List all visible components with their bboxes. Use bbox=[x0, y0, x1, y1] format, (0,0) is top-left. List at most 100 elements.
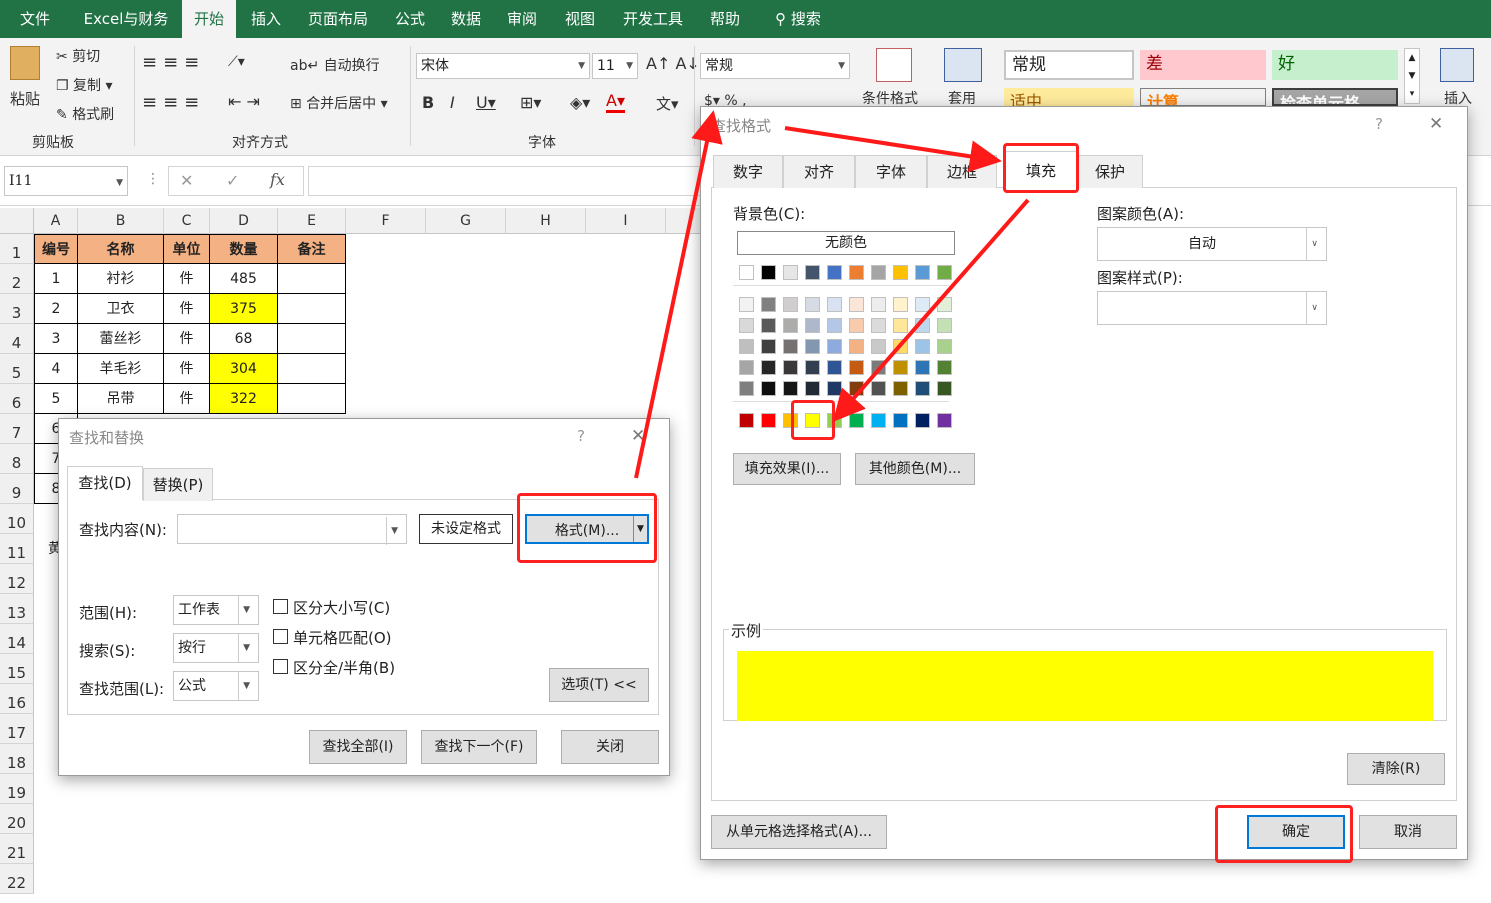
insert-cells-icon[interactable] bbox=[1440, 48, 1474, 82]
scope-select[interactable]: 工作表 ▼ bbox=[173, 595, 259, 625]
tab-number[interactable]: 数字 bbox=[713, 155, 783, 188]
row-header[interactable]: 13 bbox=[0, 594, 34, 624]
color-swatch[interactable] bbox=[849, 318, 864, 333]
color-swatch[interactable] bbox=[739, 265, 754, 280]
table-cell[interactable]: 单位 bbox=[164, 234, 210, 264]
table-cell[interactable]: 4 bbox=[34, 354, 78, 384]
number-format-select[interactable]: 常规 ▼ bbox=[700, 53, 850, 79]
table-cell[interactable]: 编号 bbox=[34, 234, 78, 264]
color-swatch[interactable] bbox=[849, 297, 864, 312]
color-swatch[interactable] bbox=[827, 360, 842, 375]
color-swatch[interactable] bbox=[893, 265, 908, 280]
menu-data[interactable]: 数据 bbox=[444, 0, 488, 38]
row-header[interactable]: 7 bbox=[0, 414, 34, 444]
table-cell[interactable]: 卫衣 bbox=[78, 294, 164, 324]
italic-button[interactable]: I bbox=[450, 93, 455, 112]
select-all-corner[interactable] bbox=[0, 208, 34, 234]
color-swatch[interactable] bbox=[761, 265, 776, 280]
table-cell[interactable]: 件 bbox=[164, 384, 210, 414]
tab-alignment[interactable]: 对齐 bbox=[783, 155, 855, 188]
color-swatch[interactable] bbox=[915, 265, 930, 280]
menu-home[interactable]: 开始 bbox=[182, 0, 236, 38]
row-header[interactable]: 22 bbox=[0, 864, 34, 894]
tab-protection[interactable]: 保护 bbox=[1077, 155, 1143, 188]
row-header[interactable]: 16 bbox=[0, 684, 34, 714]
table-cell[interactable]: 1 bbox=[34, 264, 78, 294]
name-box[interactable]: I11 ▼ bbox=[4, 166, 128, 196]
color-swatch[interactable] bbox=[937, 339, 952, 354]
menu-formulas[interactable]: 公式 bbox=[388, 0, 432, 38]
style-good[interactable]: 好 bbox=[1272, 50, 1398, 80]
table-cell[interactable]: 备注 bbox=[278, 234, 346, 264]
row-header[interactable]: 1 bbox=[0, 234, 34, 264]
row-header[interactable]: 19 bbox=[0, 774, 34, 804]
match-case-checkbox[interactable] bbox=[273, 599, 288, 614]
row-header[interactable]: 15 bbox=[0, 654, 34, 684]
color-swatch[interactable] bbox=[827, 318, 842, 333]
table-cell[interactable]: 名称 bbox=[78, 234, 164, 264]
table-format-button[interactable]: 套用 bbox=[948, 88, 976, 108]
more-colors-button[interactable]: 其他颜色(M)... bbox=[855, 453, 975, 485]
help-icon[interactable]: ? bbox=[1375, 115, 1383, 133]
table-cell[interactable]: 68 bbox=[210, 324, 278, 354]
color-swatch[interactable] bbox=[871, 339, 886, 354]
color-swatch[interactable] bbox=[849, 265, 864, 280]
color-swatch[interactable] bbox=[871, 360, 886, 375]
pattern-style-select[interactable]: ∨ bbox=[1097, 291, 1327, 325]
align-horizontal-icons[interactable]: ≡≡≡ bbox=[142, 92, 205, 113]
tab-replace[interactable]: 替换(P) bbox=[143, 468, 213, 501]
column-header[interactable]: I bbox=[586, 208, 666, 234]
conditional-format-icon[interactable] bbox=[876, 48, 912, 82]
color-swatch[interactable] bbox=[761, 339, 776, 354]
color-swatch[interactable] bbox=[871, 381, 886, 396]
color-swatch[interactable] bbox=[893, 297, 908, 312]
color-swatch[interactable] bbox=[739, 318, 754, 333]
indent-icons[interactable]: ⇤ ⇥ bbox=[228, 92, 260, 111]
no-color-button[interactable]: 无颜色 bbox=[737, 231, 955, 255]
row-header[interactable]: 2 bbox=[0, 264, 34, 294]
column-header[interactable]: G bbox=[426, 208, 506, 234]
row-header[interactable]: 4 bbox=[0, 324, 34, 354]
table-cell[interactable]: 件 bbox=[164, 324, 210, 354]
column-header[interactable]: D bbox=[210, 208, 278, 234]
formula-input[interactable] bbox=[308, 166, 704, 196]
color-swatch[interactable] bbox=[739, 297, 754, 312]
column-header[interactable]: E bbox=[278, 208, 346, 234]
row-header[interactable]: 12 bbox=[0, 564, 34, 594]
row-header[interactable]: 5 bbox=[0, 354, 34, 384]
menu-page-layout[interactable]: 页面布局 bbox=[300, 0, 376, 38]
color-swatch[interactable] bbox=[937, 318, 952, 333]
menu-search[interactable]: ⚲ 搜索 bbox=[766, 0, 830, 38]
row-header[interactable]: 20 bbox=[0, 804, 34, 834]
color-swatch[interactable] bbox=[915, 297, 930, 312]
color-swatch[interactable] bbox=[915, 381, 930, 396]
color-swatch[interactable] bbox=[893, 339, 908, 354]
search-select[interactable]: 按行 ▼ bbox=[173, 633, 259, 663]
color-swatch[interactable] bbox=[761, 413, 776, 428]
font-name-select[interactable]: 宋体 ▼ bbox=[416, 53, 590, 79]
color-swatch[interactable] bbox=[761, 318, 776, 333]
color-swatch[interactable] bbox=[849, 339, 864, 354]
pick-from-cell-button[interactable]: 从单元格选择格式(A)... bbox=[711, 815, 887, 849]
menu-excel-finance[interactable]: Excel与财务 bbox=[78, 0, 174, 38]
color-swatch[interactable] bbox=[739, 360, 754, 375]
enter-icon[interactable]: ✓ bbox=[226, 171, 239, 190]
row-header[interactable]: 21 bbox=[0, 834, 34, 864]
table-cell[interactable]: 322 bbox=[210, 384, 278, 414]
copy-button[interactable]: ❐ 复制 ▾ bbox=[56, 75, 113, 95]
color-swatch[interactable] bbox=[805, 381, 820, 396]
color-swatch[interactable] bbox=[827, 381, 842, 396]
match-entire-checkbox[interactable] bbox=[273, 629, 288, 644]
table-format-icon[interactable] bbox=[944, 48, 982, 82]
style-normal[interactable]: 常规 bbox=[1004, 50, 1134, 80]
close-button[interactable]: 关闭 bbox=[561, 730, 659, 764]
table-cell[interactable]: 304 bbox=[210, 354, 278, 384]
table-cell[interactable]: 件 bbox=[164, 354, 210, 384]
color-swatch[interactable] bbox=[915, 360, 930, 375]
row-header[interactable]: 14 bbox=[0, 624, 34, 654]
color-swatch[interactable] bbox=[915, 339, 930, 354]
color-swatch[interactable] bbox=[827, 265, 842, 280]
row-header[interactable]: 8 bbox=[0, 444, 34, 474]
table-cell[interactable]: 吊带 bbox=[78, 384, 164, 414]
cancel-button[interactable]: 取消 bbox=[1359, 815, 1457, 849]
